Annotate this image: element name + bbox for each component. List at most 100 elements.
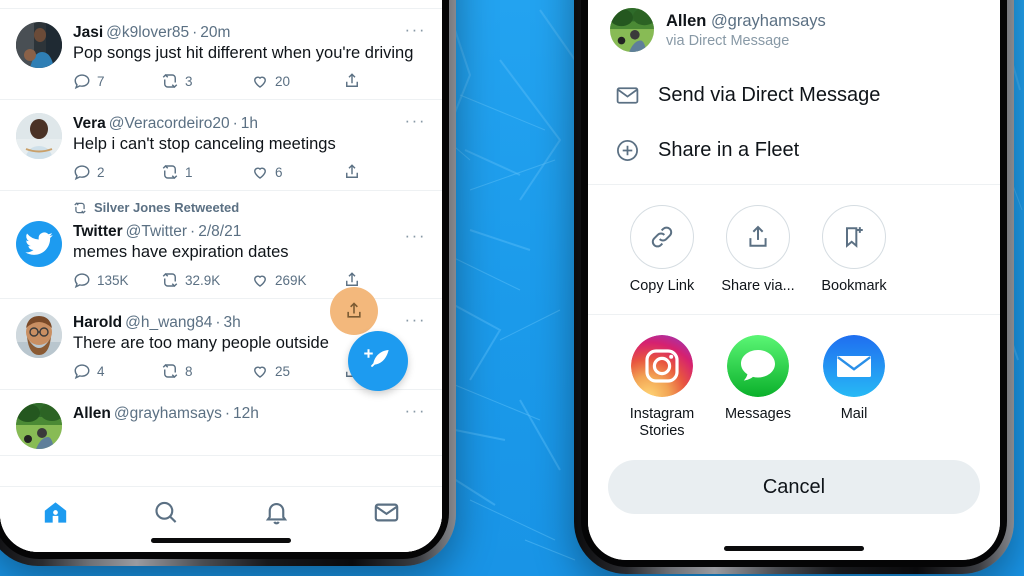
app-label: Mail [840, 406, 868, 422]
share-sheet[interactable]: Allen @grayhamsays via Direct Message Se… [588, 0, 1000, 560]
reply-icon [74, 273, 90, 289]
tweet-separator: · [190, 223, 196, 240]
share-icon [346, 164, 358, 178]
messages-icon-wrap [727, 335, 789, 397]
action-copy-link[interactable]: Copy Link [614, 205, 710, 294]
tweet-author-name[interactable]: Jasi [73, 23, 103, 42]
sheet-option-share-fleet[interactable]: Share in a Fleet [588, 123, 1000, 178]
share-user-subtitle: via Direct Message [666, 32, 790, 49]
reply-action[interactable]: 2 [73, 163, 161, 181]
retweet-count: 3 [185, 73, 193, 89]
twitter-bird-icon [25, 232, 53, 255]
reply-action[interactable]: 7 [73, 72, 161, 90]
nav-item-home[interactable] [42, 499, 69, 526]
like-action[interactable]: 25 [251, 362, 343, 380]
reply-action[interactable]: 4 [73, 362, 161, 380]
more-options-icon[interactable]: ··· [405, 311, 426, 328]
action-share-via[interactable]: Share via... [710, 205, 806, 294]
bell-icon [265, 503, 287, 525]
avatar-photo-vera [16, 113, 62, 159]
reply-action[interactable]: 135K [73, 271, 161, 289]
share-user-handle: @grayhamsays [710, 11, 826, 30]
envelope-icon-wrap [612, 83, 642, 108]
more-options-icon[interactable]: ··· [405, 112, 426, 129]
tweet-handle: @k9lover85 [106, 24, 190, 41]
action-bookmark[interactable]: Bookmark [806, 205, 902, 294]
home-indicator [151, 538, 291, 543]
avatar[interactable] [16, 113, 62, 159]
mail-icon-wrap [823, 335, 885, 397]
left-phone-screen: Jasi @k9lover85 · 20m Pop songs just hit… [0, 0, 442, 552]
more-options-icon[interactable]: ··· [405, 227, 426, 244]
compose-tweet-button[interactable] [348, 331, 408, 391]
like-action[interactable]: 269K [251, 271, 343, 289]
like-action[interactable]: 6 [251, 163, 343, 181]
retweet-icon [162, 164, 178, 180]
app-instagram-stories[interactable]: Instagram Stories [614, 335, 710, 440]
copy-link-circle [630, 205, 694, 269]
tweet-handle: @grayhamsays [113, 405, 222, 422]
retweet-action[interactable]: 1 [161, 163, 251, 181]
action-label: Copy Link [629, 278, 695, 294]
tweet-text: Help i can't stop canceling meetings [73, 135, 336, 153]
retweet-icon [162, 272, 178, 288]
tweet-row[interactable]: Jasi @k9lover85 · 20m Pop songs just hit… [0, 9, 442, 100]
share-action[interactable] [343, 163, 367, 181]
avatar-photo-harold [16, 312, 62, 358]
timeline-top-crop [0, 0, 442, 9]
share-action[interactable] [343, 72, 367, 90]
tweet-separator: · [224, 405, 230, 422]
sheet-option-label: Share in a Fleet [658, 139, 800, 161]
right-phone: Allen @grayhamsays via Direct Message Se… [574, 0, 1014, 574]
app-messages[interactable]: Messages [710, 335, 806, 440]
reply-count: 2 [97, 164, 105, 180]
retweet-count: 8 [185, 363, 193, 379]
like-action[interactable]: 20 [251, 72, 343, 90]
share-highlight-circle[interactable] [330, 287, 378, 335]
share-icon [347, 302, 361, 318]
tweet-row[interactable]: Vera @Veracordeiro20 · 1h Help i can't s… [0, 100, 442, 191]
tweet-author-name[interactable]: Twitter [73, 222, 123, 241]
share-up-icon [749, 225, 767, 247]
nav-item-search[interactable] [152, 499, 179, 526]
share-user-name: Allen [666, 11, 707, 30]
app-label: Messages [724, 406, 792, 422]
heart-icon [254, 167, 266, 179]
avatar[interactable] [16, 403, 62, 449]
tweet-row[interactable]: Twitter @Twitter · 2/8/21 memes have exp… [0, 215, 442, 298]
avatar[interactable] [610, 8, 654, 52]
avatar[interactable] [16, 312, 62, 358]
tweet-author-name[interactable]: Harold [73, 313, 122, 332]
avatar[interactable] [16, 22, 62, 68]
left-phone: Jasi @k9lover85 · 20m Pop songs just hit… [0, 0, 456, 566]
cancel-button[interactable]: Cancel [608, 460, 980, 514]
plus-circle-icon-wrap [612, 138, 642, 163]
share-via-circle [726, 205, 790, 269]
sheet-option-send-dm[interactable]: Send via Direct Message [588, 68, 1000, 123]
retweet-action[interactable]: 8 [161, 362, 251, 380]
tweet-author-name[interactable]: Vera [73, 114, 106, 133]
mail-icon [823, 335, 885, 397]
more-options-icon[interactable]: ··· [405, 21, 426, 38]
nav-item-messages[interactable] [373, 499, 400, 526]
twitter-timeline[interactable]: Jasi @k9lover85 · 20m Pop songs just hit… [0, 0, 442, 552]
app-mail[interactable]: Mail [806, 335, 902, 440]
tweet-handle: @h_wang84 [125, 314, 213, 331]
tweet-text: memes have expiration dates [73, 243, 289, 261]
reply-count: 7 [97, 73, 105, 89]
tweet-handle: @Veracordeiro20 [108, 115, 230, 132]
more-options-icon[interactable]: ··· [405, 402, 426, 419]
retweet-action[interactable]: 32.9K [161, 271, 251, 289]
tweet-author-name[interactable]: Allen [73, 404, 111, 423]
retweet-block[interactable]: Silver Jones Retweeted Twitter @Twitter … [0, 191, 442, 299]
heart-icon [254, 76, 266, 88]
reply-count: 4 [97, 363, 105, 379]
share-sheet-user[interactable]: Allen @grayhamsays via Direct Message [588, 0, 1000, 68]
retweet-action[interactable]: 3 [161, 72, 251, 90]
share-app-targets: Instagram Stories Messages Mail [588, 321, 1000, 446]
nav-item-notifications[interactable] [263, 499, 290, 526]
avatar[interactable] [16, 221, 62, 267]
retweet-icon [162, 363, 178, 379]
envelope-icon [616, 87, 638, 104]
tweet-row[interactable]: Allen @grayhamsays · 12h ··· [0, 390, 442, 456]
